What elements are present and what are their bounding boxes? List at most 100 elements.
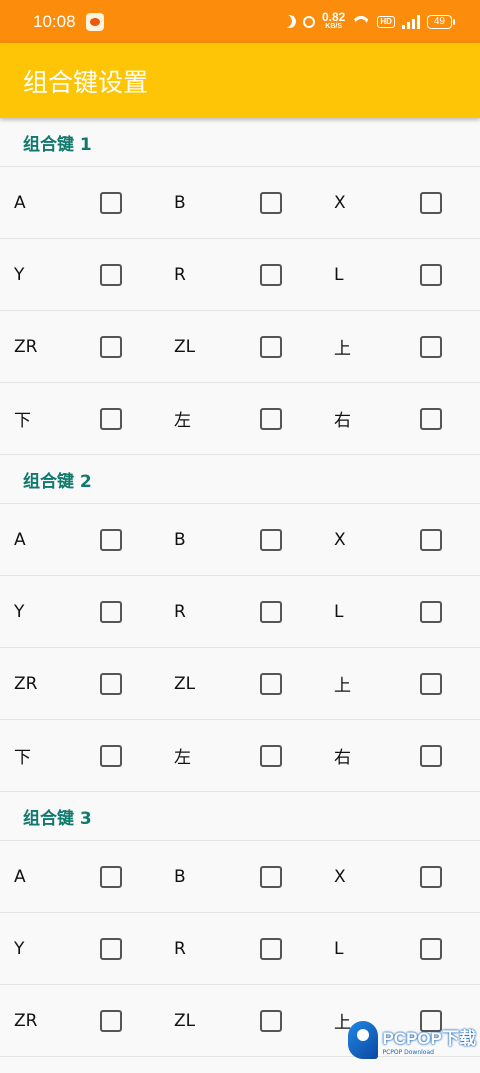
key-checkbox[interactable] (100, 600, 122, 623)
key-option: 左 (160, 383, 320, 454)
key-option: A (0, 167, 160, 238)
status-time: 10:08 (33, 11, 76, 31)
group-header-1: 组合键 1 (0, 118, 480, 167)
key-option: 上 (320, 648, 480, 719)
key-checkbox[interactable] (420, 191, 442, 214)
key-label: B (174, 192, 186, 213)
key-row: AB X (0, 167, 480, 239)
key-label: 左 (174, 411, 191, 431)
key-label: R (174, 601, 186, 622)
pcpop-logo-icon (348, 1021, 379, 1059)
combo-settings-list: 组合键 1 A B X Y R L ZR ZL 上下左右组合键 2 A B X Y R L ZR ZL 上下左右组合… (0, 118, 480, 1057)
key-option: X (320, 504, 480, 575)
key-label: ZR (14, 673, 38, 694)
key-checkbox[interactable] (260, 937, 282, 960)
key-option: A (0, 504, 160, 575)
key-checkbox[interactable] (260, 600, 282, 623)
key-label: L (334, 264, 344, 285)
key-checkbox[interactable] (260, 528, 282, 551)
key-row: 下左右 (0, 720, 480, 792)
key-row: YRL (0, 239, 480, 311)
key-option: A (0, 841, 160, 912)
key-checkbox[interactable] (420, 744, 442, 767)
key-option: R (160, 576, 320, 647)
wifi-icon (352, 16, 370, 28)
key-checkbox[interactable] (420, 335, 442, 358)
key-option: L (320, 239, 480, 310)
key-option: X (320, 841, 480, 912)
key-label: Y (14, 264, 25, 285)
network-speed-value: 0.82 (321, 9, 346, 24)
app-notification-icon (85, 12, 104, 31)
key-label: ZL (174, 336, 196, 357)
key-checkbox[interactable] (100, 744, 122, 767)
key-option: B (160, 504, 320, 575)
key-label: R (174, 938, 186, 959)
key-label: 下 (14, 411, 31, 431)
key-option: 右 (320, 720, 480, 791)
key-checkbox[interactable] (100, 335, 122, 358)
key-label: 右 (334, 411, 351, 431)
key-checkbox[interactable] (260, 335, 282, 358)
signal-icon (401, 14, 420, 29)
key-option: X (320, 167, 480, 238)
key-checkbox[interactable] (260, 744, 282, 767)
key-label: 下 (14, 748, 31, 768)
do-not-disturb-icon (281, 13, 298, 30)
key-checkbox[interactable] (260, 865, 282, 888)
key-option: R (160, 913, 320, 984)
key-option: Y (0, 576, 160, 647)
key-checkbox[interactable] (100, 528, 122, 551)
key-checkbox[interactable] (260, 1009, 282, 1032)
network-speed: 0.82 KB/S (321, 9, 346, 32)
group-header-3: 组合键 3 (0, 792, 480, 841)
key-checkbox[interactable] (260, 672, 282, 695)
key-label: ZL (174, 1010, 196, 1031)
app-bar: 组合键设置 (0, 43, 480, 118)
key-checkbox[interactable] (100, 937, 122, 960)
key-checkbox[interactable] (260, 263, 282, 286)
key-checkbox[interactable] (420, 528, 442, 551)
key-label: L (334, 601, 344, 622)
key-option: L (320, 913, 480, 984)
key-checkbox[interactable] (420, 672, 442, 695)
key-option: 下 (0, 383, 160, 454)
key-checkbox[interactable] (100, 263, 122, 286)
key-checkbox[interactable] (420, 407, 442, 430)
key-label: A (14, 866, 26, 887)
network-speed-unit: KB/S (325, 22, 342, 30)
key-option: ZL (160, 311, 320, 382)
key-label: 上 (334, 339, 351, 359)
key-checkbox[interactable] (420, 263, 442, 286)
key-row: 下左右 (0, 383, 480, 455)
key-checkbox[interactable] (420, 600, 442, 623)
key-checkbox[interactable] (100, 672, 122, 695)
key-checkbox[interactable] (260, 407, 282, 430)
key-checkbox[interactable] (260, 191, 282, 214)
key-checkbox[interactable] (100, 191, 122, 214)
key-option: 上 (320, 311, 480, 382)
key-option: B (160, 841, 320, 912)
key-label: B (174, 529, 186, 550)
key-label: A (14, 529, 26, 550)
key-option: R (160, 239, 320, 310)
key-checkbox[interactable] (420, 937, 442, 960)
key-checkbox[interactable] (100, 407, 122, 430)
page-title: 组合键设置 (23, 67, 149, 97)
key-option: Y (0, 913, 160, 984)
alarm-icon (302, 15, 315, 28)
key-checkbox[interactable] (100, 1009, 122, 1032)
key-label: X (334, 192, 346, 213)
key-row: ZR ZL 上 (0, 311, 480, 383)
key-label: R (174, 264, 186, 285)
watermark-subtitle: PCPOP Download (382, 1049, 434, 1056)
key-label: X (334, 866, 346, 887)
key-label: 左 (174, 748, 191, 768)
key-checkbox[interactable] (420, 865, 442, 888)
watermark: PCPOP下载 PCPOP Download (348, 1021, 476, 1059)
key-checkbox[interactable] (100, 865, 122, 888)
watermark-title: PCPOP下载 (382, 1029, 476, 1048)
key-option: B (160, 167, 320, 238)
key-option: 右 (320, 383, 480, 454)
key-option: Y (0, 239, 160, 310)
